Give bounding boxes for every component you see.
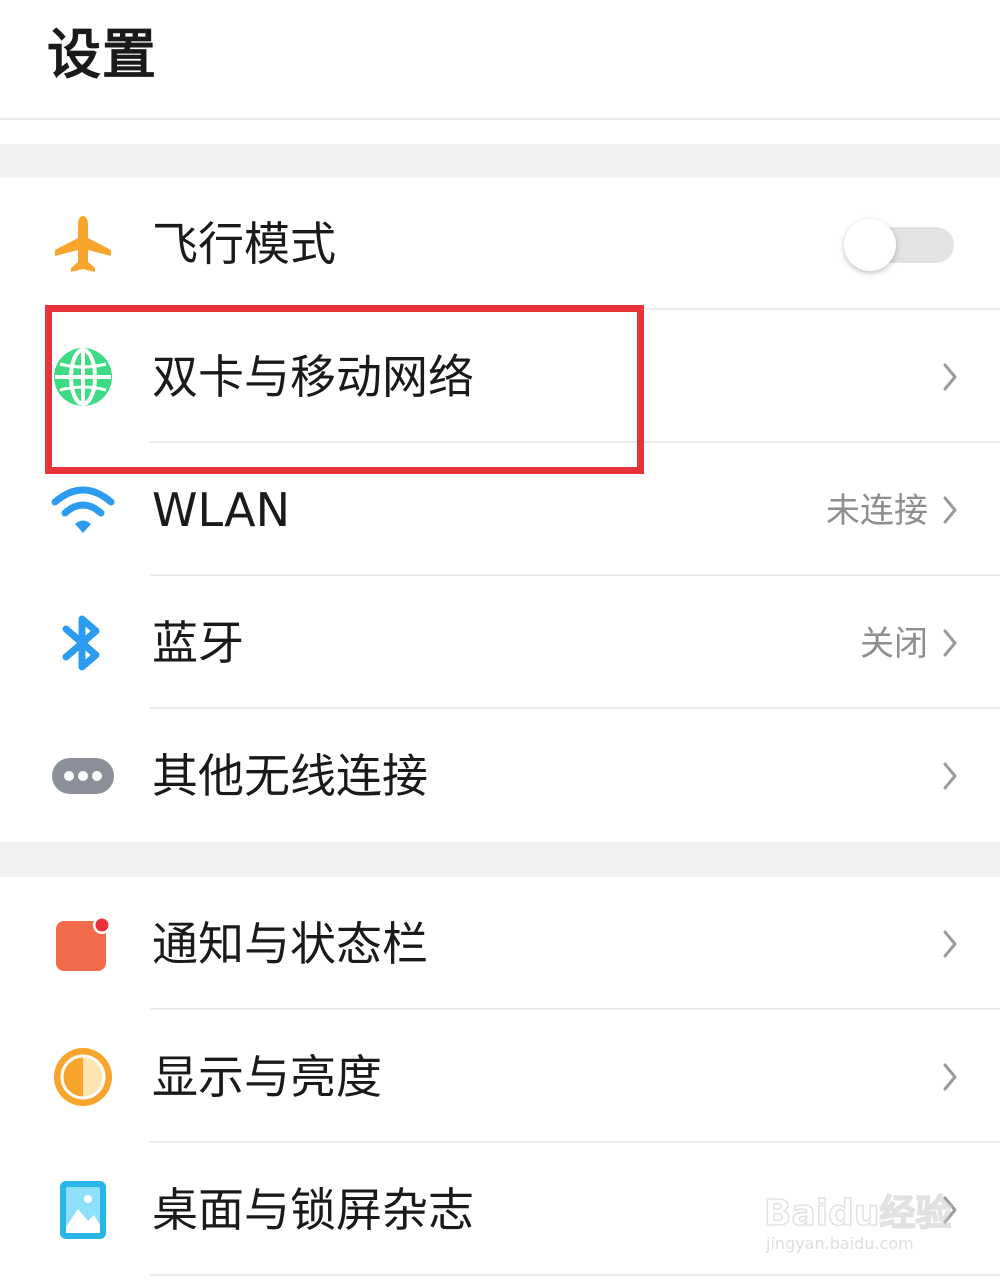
row-label: 显示与亮度 [152,1050,382,1104]
airplane-mode-toggle[interactable] [844,219,956,271]
watermark-url: jingyan.baidu.com [766,1234,914,1253]
bluetooth-icon [50,612,116,674]
wlan-status: 未连接 [826,491,928,531]
chevron-right-icon [943,1063,957,1091]
settings-row-bluetooth[interactable]: 蓝牙 关闭 [0,576,1000,709]
settings-row-notifications-status-bar[interactable]: 通知与状态栏 [0,877,1000,1010]
row-divider [150,1274,1000,1276]
settings-row-other-wireless[interactable]: 其他无线连接 [0,709,1000,842]
toggle-knob [844,219,896,271]
settings-row-dual-sim-mobile-network[interactable]: 双卡与移动网络 [0,310,1000,443]
row-label: 其他无线连接 [152,749,428,803]
globe-icon [50,346,116,408]
wallpaper-icon [50,1179,116,1241]
chevron-right-icon [943,930,957,958]
chevron-right-icon [943,363,957,391]
section-gap [0,842,1000,877]
airplane-icon [50,213,116,275]
notification-icon [50,913,116,975]
row-label: 飞行模式 [152,217,336,271]
row-label: 通知与状态栏 [152,917,428,971]
chevron-right-icon [943,762,957,790]
settings-row-airplane-mode[interactable]: 飞行模式 [0,177,1000,310]
more-dots-icon [50,745,116,807]
chevron-right-icon [943,496,957,524]
baidu-watermark: Baidu经验 jingyan.baidu.com [763,1184,952,1264]
watermark-brand: Baidu经验 [763,1192,952,1235]
row-label: 桌面与锁屏杂志 [152,1183,474,1237]
row-label: WLAN [152,483,291,537]
page-title: 设置 [47,23,157,86]
wifi-icon [50,479,116,541]
brightness-icon [50,1046,116,1108]
header: 设置 [0,0,1000,120]
bluetooth-status: 关闭 [860,624,928,664]
section-gap [0,144,1000,177]
row-label: 双卡与移动网络 [152,350,474,404]
settings-row-display-brightness[interactable]: 显示与亮度 [0,1010,1000,1143]
chevron-right-icon [943,629,957,657]
row-label: 蓝牙 [152,616,244,670]
settings-row-wlan[interactable]: WLAN 未连接 [0,443,1000,576]
